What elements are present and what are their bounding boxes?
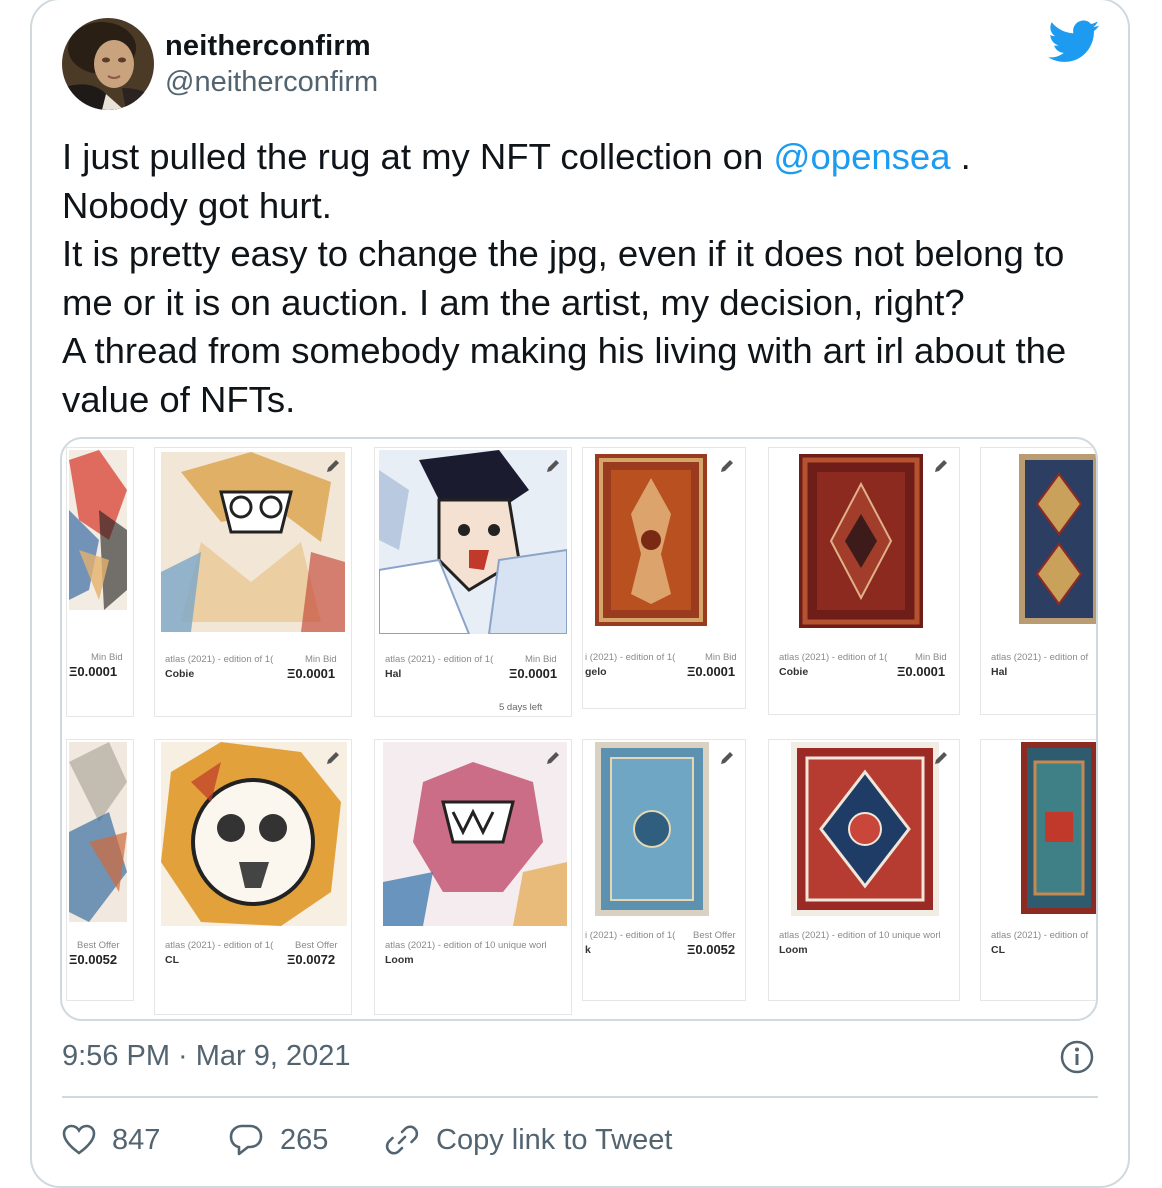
- nft-artwork: [161, 742, 347, 926]
- price-label: Min Bid: [525, 654, 557, 665]
- user-handle[interactable]: @neitherconfirm: [165, 66, 378, 99]
- nft-name: Loom: [779, 944, 808, 956]
- nft-card[interactable]: atlas (2021) - edition of 10 unique worl…: [374, 739, 572, 1015]
- price-label: Min Bid: [305, 654, 337, 665]
- nft-card[interactable]: atlas (2021) - edition of 1( Cobie Min B…: [154, 447, 352, 717]
- nft-title: atlas (2021) - edition of 1(: [165, 654, 274, 665]
- edit-pencil-icon[interactable]: [933, 750, 949, 766]
- nft-card[interactable]: atlas (2021) - edition of 1( Hal Min Bid…: [374, 447, 572, 717]
- divider: [62, 1096, 1098, 1098]
- price: Ξ0.0001: [287, 666, 336, 681]
- tweet-text-part-2: . Nobody got hurt. It is pretty easy to …: [62, 136, 1067, 420]
- tweet-text: I just pulled the rug at my NFT collecti…: [62, 133, 1102, 424]
- edit-pencil-icon[interactable]: [719, 750, 735, 766]
- info-icon[interactable]: [1060, 1040, 1094, 1074]
- nft-name: gelo: [585, 666, 607, 678]
- nft-name: CL: [991, 944, 1005, 956]
- edit-pencil-icon[interactable]: [325, 750, 341, 766]
- nft-name: Hal: [991, 666, 1008, 678]
- rug-artwork: [595, 742, 709, 916]
- nft-card[interactable]: Best Offer Ξ0.0052: [66, 739, 134, 1001]
- link-icon: [385, 1125, 419, 1155]
- reply-count: 265: [280, 1123, 329, 1156]
- price: Ξ0.0001: [897, 664, 946, 679]
- nft-title: atlas (2021) - edition of: [991, 652, 1089, 663]
- nft-title: atlas (2021) - edition of 1(: [165, 940, 274, 951]
- nft-title: atlas (2021) - edition of: [991, 930, 1089, 941]
- nft-name: Cobie: [165, 668, 195, 680]
- nft-title: i (2021) - edition of 1(: [585, 652, 676, 663]
- edit-pencil-icon[interactable]: [933, 458, 949, 474]
- nft-card[interactable]: atlas (2021) - edition of 1( Cobie Min B…: [768, 447, 960, 715]
- price-label: Min Bid: [705, 652, 737, 663]
- nft-artwork: [69, 742, 127, 922]
- like-count: 847: [112, 1123, 161, 1156]
- rug-artwork: [595, 454, 707, 626]
- nft-title: atlas (2021) - edition of 10 unique worl: [779, 930, 941, 941]
- nft-artwork: [69, 450, 127, 610]
- price: Ξ0.0001: [69, 664, 118, 679]
- nft-card[interactable]: atlas (2021) - edition of CL: [980, 739, 1096, 1001]
- edit-pencil-icon[interactable]: [325, 458, 341, 474]
- nft-name: Cobie: [779, 666, 809, 678]
- like-button[interactable]: 847: [62, 1118, 160, 1162]
- price-label: Best Offer: [295, 940, 338, 951]
- nft-card[interactable]: Min Bid Ξ0.0001: [66, 447, 134, 717]
- nft-name: CL: [165, 954, 179, 966]
- nft-card[interactable]: atlas (2021) - edition of Hal: [980, 447, 1096, 715]
- edit-pencil-icon[interactable]: [719, 458, 735, 474]
- display-name[interactable]: neitherconfirm: [165, 30, 371, 63]
- auction-time-left: 5 days left: [499, 702, 543, 713]
- nft-title: atlas (2021) - edition of 1(: [385, 654, 494, 665]
- rug-artwork: [799, 454, 923, 628]
- price-label: Min Bid: [915, 652, 947, 663]
- nft-card[interactable]: i (2021) - edition of 1( gelo Min Bid Ξ0…: [582, 447, 746, 709]
- edit-pencil-icon[interactable]: [545, 458, 561, 474]
- nft-artwork: [161, 452, 345, 632]
- rug-artwork: [1021, 742, 1096, 914]
- copy-link-button[interactable]: Copy link to Tweet: [384, 1118, 672, 1162]
- reply-bubble-icon: [229, 1124, 263, 1156]
- nft-artwork: [383, 742, 567, 926]
- twitter-bird-icon[interactable]: [1048, 20, 1100, 64]
- price-label: Best Offer: [693, 930, 736, 941]
- rug-artwork: [1019, 454, 1096, 624]
- nft-name: Loom: [385, 954, 414, 966]
- nft-card[interactable]: atlas (2021) - edition of 1( CL Best Off…: [154, 739, 352, 1015]
- tweet-timestamp[interactable]: 9:56 PM · Mar 9, 2021: [62, 1040, 351, 1073]
- copy-link-label: Copy link to Tweet: [436, 1123, 673, 1156]
- price: Ξ0.0001: [509, 666, 558, 681]
- avatar[interactable]: [62, 18, 154, 110]
- reply-button[interactable]: 265: [228, 1118, 328, 1162]
- media-image[interactable]: Min Bid Ξ0.0001 atlas (2021) - edition o…: [60, 437, 1098, 1021]
- nft-artwork: [379, 450, 567, 634]
- nft-card[interactable]: i (2021) - edition of 1( k Best Offer Ξ0…: [582, 739, 746, 1001]
- price: Ξ0.0072: [287, 952, 336, 967]
- rug-artwork: [791, 742, 939, 916]
- mention-link[interactable]: @opensea: [773, 136, 950, 177]
- nft-name: k: [585, 944, 591, 956]
- price: Ξ0.0052: [69, 952, 118, 967]
- nft-name: Hal: [385, 668, 402, 680]
- nft-title: atlas (2021) - edition of 10 unique worl: [385, 940, 547, 951]
- price-label: Best Offer: [77, 940, 120, 951]
- nft-card[interactable]: atlas (2021) - edition of 10 unique worl…: [768, 739, 960, 1001]
- price: Ξ0.0052: [687, 942, 736, 957]
- tweet-text-part-1: I just pulled the rug at my NFT collecti…: [62, 136, 774, 177]
- nft-title: atlas (2021) - edition of 1(: [779, 652, 888, 663]
- price: Ξ0.0001: [687, 664, 736, 679]
- price-label: Min Bid: [91, 652, 123, 663]
- edit-pencil-icon[interactable]: [545, 750, 561, 766]
- nft-title: i (2021) - edition of 1(: [585, 930, 676, 941]
- heart-icon: [62, 1124, 96, 1155]
